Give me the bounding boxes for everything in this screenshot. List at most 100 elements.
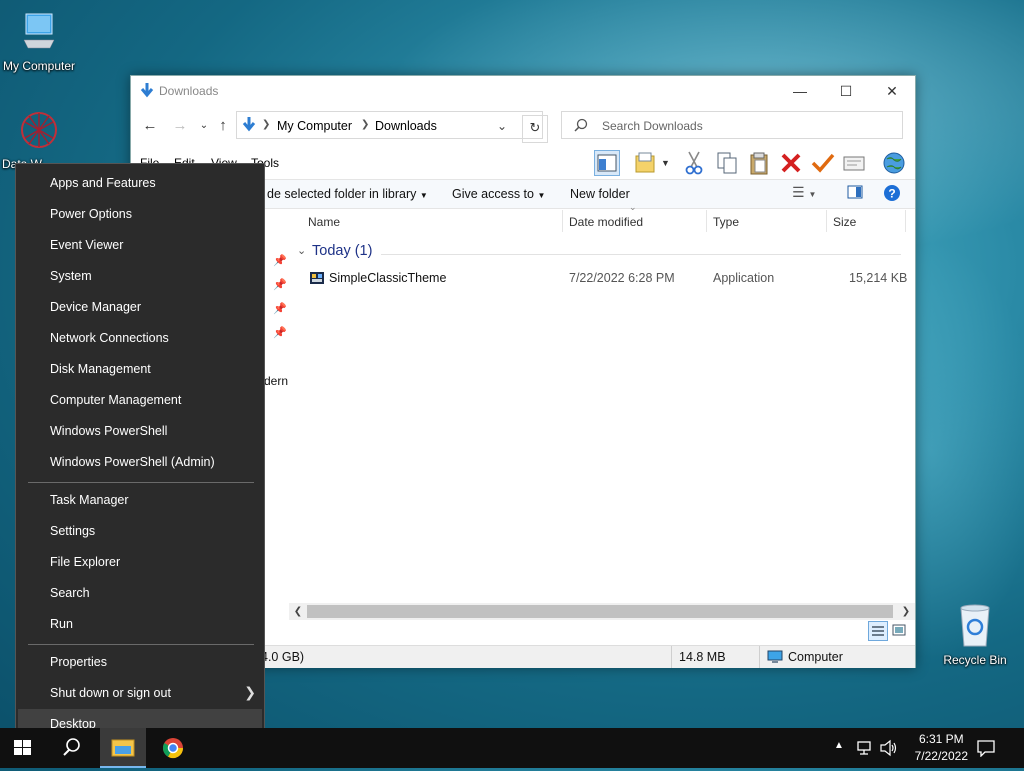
horizontal-scrollbar[interactable]: ❮ ❯ <box>289 603 915 620</box>
address-bar[interactable]: ❯ My Computer ❯ Downloads ⌄ <box>236 111 543 139</box>
menu-item-network-connections[interactable]: Network Connections <box>16 323 264 354</box>
refresh-button[interactable]: ↻ <box>522 115 548 143</box>
menu-item-windows-powershell-admin[interactable]: Windows PowerShell (Admin) <box>16 447 264 478</box>
nav-pane-item[interactable]: dern <box>264 374 288 388</box>
clock[interactable]: 6:31 PM 7/22/2022 <box>915 731 968 765</box>
column-divider <box>905 210 906 232</box>
new-folder-button[interactable]: New folder <box>570 187 630 201</box>
dropdown-arrow-icon: ▼ <box>419 191 428 200</box>
menu-item-event-viewer[interactable]: Event Viewer <box>16 230 264 261</box>
breadcrumb-chevron-icon: ❯ <box>262 119 271 130</box>
taskbar: ▲ 6:31 PM 7/22/2022 <box>0 728 1024 768</box>
desktop-icon-my-computer[interactable]: My Computer <box>0 10 82 73</box>
search-placeholder: Search Downloads <box>602 119 703 133</box>
menu-item-label: Computer Management <box>50 393 182 407</box>
tray-overflow-icon[interactable]: ▲ <box>834 740 844 751</box>
menu-item-label: Apps and Features <box>50 176 156 190</box>
properties-icon[interactable] <box>841 150 867 176</box>
scrollbar-thumb[interactable] <box>307 605 893 618</box>
include-in-library-button[interactable]: de selected folder in library ▼ <box>267 187 428 201</box>
help-icon[interactable]: ? <box>883 184 901 205</box>
address-dropdown-icon[interactable]: ⌄ <box>497 119 507 133</box>
notifications-icon[interactable] <box>976 739 996 757</box>
column-divider <box>706 210 707 232</box>
column-divider <box>562 210 563 232</box>
taskbar-file-explorer[interactable] <box>100 728 146 768</box>
menu-item-file-explorer[interactable]: File Explorer <box>16 547 264 578</box>
desktop-icon-recycle-bin[interactable]: Recycle Bin <box>932 602 1018 667</box>
column-header-size[interactable]: Size <box>833 215 856 245</box>
search-button[interactable] <box>48 728 94 768</box>
back-button[interactable]: ← <box>139 116 161 136</box>
menu-item-windows-powershell[interactable]: Windows PowerShell <box>16 416 264 447</box>
file-date: 7/22/2022 6:28 PM <box>569 271 675 285</box>
search-box[interactable]: Search Downloads <box>561 111 903 139</box>
menu-item-search[interactable]: Search <box>16 578 264 609</box>
breadcrumb-downloads[interactable]: Downloads <box>375 119 437 133</box>
scroll-left-icon[interactable]: ❮ <box>289 603 307 620</box>
status-divider <box>671 646 672 668</box>
maximize-button[interactable]: ☐ <box>823 76 869 106</box>
column-header-name[interactable]: Name <box>308 215 340 245</box>
status-location: Computer <box>788 650 843 664</box>
menu-item-power-options[interactable]: Power Options <box>16 199 264 230</box>
title-bar[interactable]: Downloads — ☐ ✕ <box>131 76 915 106</box>
windows-logo-icon <box>14 740 31 755</box>
menu-item-computer-management[interactable]: Computer Management <box>16 385 264 416</box>
scroll-right-icon[interactable]: ❯ <box>897 603 915 620</box>
folder-options-dropdown-icon[interactable]: ▼ <box>661 150 675 176</box>
desktop-icon-label: My Computer <box>2 59 76 73</box>
download-arrow-icon <box>242 117 256 132</box>
computer-icon <box>23 13 55 49</box>
globe-icon[interactable] <box>881 150 907 176</box>
menu-item-label: Windows PowerShell (Admin) <box>50 455 215 469</box>
change-view-icon[interactable]: ☰ ▼ <box>792 184 816 201</box>
paste-icon[interactable] <box>746 150 772 176</box>
recycle-bin-icon <box>960 604 990 647</box>
clock-time: 6:31 PM <box>918 732 964 746</box>
search-icon <box>574 118 588 132</box>
menu-item-label: Settings <box>50 524 96 538</box>
up-button[interactable]: ↑ <box>212 116 234 136</box>
column-header-date-modified[interactable]: Date modified <box>569 215 643 245</box>
volume-icon[interactable] <box>879 739 899 757</box>
close-button[interactable]: ✕ <box>869 76 915 106</box>
submenu-chevron-icon: ❯ <box>244 684 256 700</box>
forward-button[interactable]: → <box>169 116 191 136</box>
menu-item-label: Device Manager <box>50 300 142 314</box>
menu-item-shut-down-or-sign-out[interactable]: Shut down or sign out ❯ <box>16 678 264 709</box>
column-header-type[interactable]: Type <box>713 215 739 245</box>
menu-item-task-manager[interactable]: Task Manager <box>16 485 264 516</box>
menu-item-apps-and-features[interactable]: Apps and Features <box>16 168 264 199</box>
menu-item-label: Disk Management <box>50 362 151 376</box>
menu-item-device-manager[interactable]: Device Manager <box>16 292 264 323</box>
taskbar-chrome[interactable] <box>150 728 196 768</box>
menu-item-label: Windows PowerShell <box>50 424 168 438</box>
breadcrumb-my-computer[interactable]: My Computer <box>277 119 352 133</box>
status-divider <box>759 646 760 668</box>
start-button[interactable] <box>0 728 46 768</box>
minimize-button[interactable]: — <box>777 76 823 106</box>
group-header[interactable]: Today (1) <box>312 243 372 259</box>
network-icon[interactable] <box>856 740 874 756</box>
preview-pane-toggle-icon[interactable] <box>847 185 863 202</box>
window-title: Downloads <box>159 84 219 98</box>
menu-item-system[interactable]: System <box>16 261 264 292</box>
group-collapse-icon[interactable]: ⌄ <box>297 244 306 257</box>
folder-options-icon[interactable] <box>633 150 659 176</box>
checkmark-icon[interactable] <box>810 150 836 176</box>
copy-icon[interactable] <box>714 150 740 176</box>
menu-item-run[interactable]: Run <box>16 609 264 640</box>
menu-item-properties[interactable]: Properties <box>16 647 264 678</box>
desktop-icon-data[interactable]: Data W <box>0 108 82 171</box>
menu-item-settings[interactable]: Settings <box>16 516 264 547</box>
cut-icon[interactable] <box>681 150 707 176</box>
give-access-button[interactable]: Give access to ▼ <box>452 187 545 201</box>
menu-item-disk-management[interactable]: Disk Management <box>16 354 264 385</box>
preview-pane-icon[interactable] <box>594 150 620 176</box>
menu-item-label: Task Manager <box>50 493 129 507</box>
delete-icon[interactable] <box>778 150 804 176</box>
molecule-icon <box>21 112 57 148</box>
large-icons-view-icon[interactable] <box>890 621 910 641</box>
details-view-icon[interactable] <box>868 621 888 641</box>
